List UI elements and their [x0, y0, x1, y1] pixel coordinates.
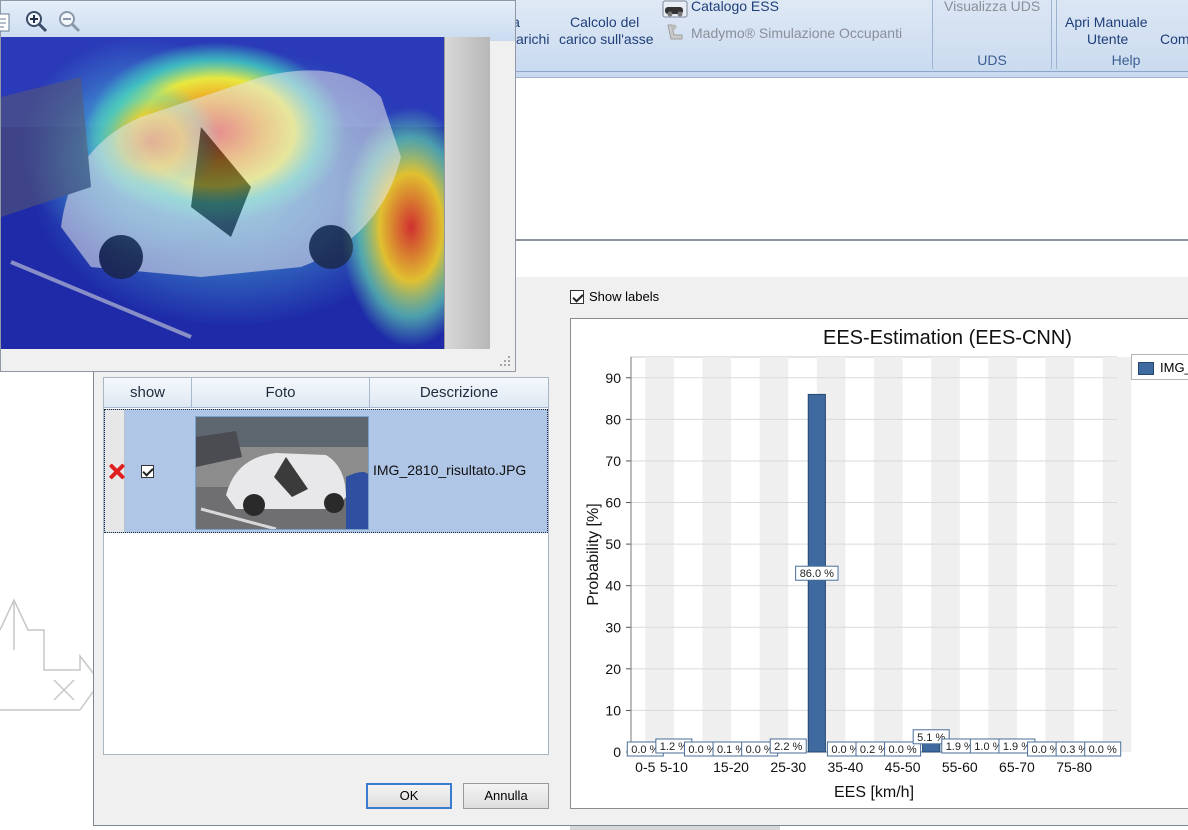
y-axis-label: Probability [%]	[585, 503, 602, 605]
occupant-seat-icon	[667, 24, 683, 40]
plot-band	[702, 357, 732, 752]
ok-button[interactable]: OK	[366, 783, 452, 809]
x-tick-label: 75-80	[1056, 759, 1092, 775]
data-label: 0.1 %	[717, 744, 745, 756]
column-header-foto[interactable]: Foto	[192, 378, 370, 408]
x-tick-label: 0-5	[635, 759, 655, 775]
zoom-in-icon[interactable]	[23, 9, 49, 35]
photo-grid: show Foto Descrizione IMG_2810_risultato…	[103, 377, 549, 755]
plot-band	[874, 357, 903, 752]
data-label: 0.3 %	[1060, 744, 1088, 756]
column-header-show[interactable]: show	[104, 378, 192, 408]
main-canvas	[516, 80, 1188, 240]
axle-load-button-line2[interactable]: carico sull'asse	[559, 31, 654, 48]
uds-group: Visualizza UDS UDS	[932, 0, 1052, 70]
legend-swatch	[1138, 362, 1154, 375]
x-tick-label: 15-20	[713, 759, 749, 775]
column-header-descrizione[interactable]: Descrizione	[370, 378, 548, 408]
y-tick-label: 10	[605, 702, 621, 718]
plot-band	[1102, 357, 1132, 752]
data-label: 1.9 %	[1003, 741, 1031, 753]
y-tick-label: 50	[605, 536, 621, 552]
show-labels-label: Show labels	[589, 289, 660, 304]
uds-group-label: UDS	[977, 52, 1007, 68]
page-icon[interactable]	[0, 9, 17, 35]
data-label: 0.0 %	[631, 744, 659, 756]
x-tick-label: 5-10	[660, 759, 688, 775]
data-label: 0.2 %	[860, 744, 888, 756]
chart-panel: 0 10 20 30 40 50 60 70 80 90 0.0 % 1.2 % 0.0 % 0.1 % 0…	[570, 318, 1188, 809]
y-tick-label: 30	[605, 619, 621, 635]
com-button[interactable]: Com	[1160, 31, 1188, 48]
legend-label: IMG_	[1160, 360, 1188, 375]
grid-header: show Foto Descrizione	[104, 378, 548, 408]
app-root: la carichi Calcolo del carico sull'asse …	[0, 0, 1188, 830]
plot-band	[645, 357, 674, 752]
chart-title: EES-Estimation (EES-CNN)	[823, 327, 1072, 349]
status-strip	[570, 826, 780, 830]
data-label: 0.0 %	[746, 744, 774, 756]
plot-band	[759, 357, 789, 752]
ess-catalog-icon	[662, 0, 688, 18]
heatmap-window	[0, 0, 516, 372]
data-label: 86.0 %	[800, 568, 834, 580]
y-tick-label: 80	[605, 411, 621, 427]
row-description: IMG_2810_risultato.JPG	[373, 462, 527, 478]
crash-photo-thumbnail[interactable]	[195, 416, 369, 530]
data-label: 1.0 %	[974, 741, 1002, 753]
show-labels-toggle[interactable]: Show labels	[570, 289, 659, 304]
data-label: 0.0 %	[688, 744, 716, 756]
show-labels-checkbox[interactable]	[570, 289, 584, 304]
delete-icon[interactable]	[108, 463, 125, 480]
row-header[interactable]	[105, 410, 125, 532]
data-label: 0.0 %	[831, 744, 859, 756]
madymo-button[interactable]: Madymo® Simulazione Occupanti	[691, 25, 902, 42]
data-label: 0.0 %	[889, 744, 917, 756]
cancel-button[interactable]: Annulla	[463, 783, 549, 809]
background-sketch	[0, 598, 100, 711]
resize-grip-icon[interactable]	[499, 355, 511, 367]
data-label: 1.9 %	[946, 741, 974, 753]
heatmap-toolbar	[0, 1, 515, 41]
data-label: 0.0 %	[1089, 744, 1117, 756]
row-show-checkbox[interactable]	[141, 465, 154, 478]
y-tick-label: 70	[605, 453, 621, 469]
plot-band	[1045, 357, 1075, 752]
data-label: 2.2 %	[774, 741, 802, 753]
chart-legend: IMG_	[1131, 354, 1188, 380]
y-tick-label: 60	[605, 495, 621, 511]
heatmap-image[interactable]	[1, 37, 444, 349]
probability-chart: 01020304050607080900.0 % 1.2 % 0.0 % 0.1 % 0…	[585, 356, 1132, 801]
uds-view-button[interactable]: Visualizza UDS	[944, 0, 1040, 15]
y-tick-label: 20	[605, 661, 621, 677]
plot-band	[988, 357, 1017, 752]
manual-button-line1[interactable]: Apri Manuale	[1065, 14, 1148, 31]
y-tick-label: 90	[605, 370, 621, 386]
data-label: 1.2 %	[660, 741, 688, 753]
table-row[interactable]: IMG_2810_risultato.JPG	[104, 409, 548, 533]
ess-catalog-button[interactable]: Catalogo ESS	[691, 0, 779, 15]
plot-band	[931, 357, 960, 752]
data-label: 0.0 %	[1031, 744, 1059, 756]
x-tick-label: 35-40	[828, 759, 864, 775]
heatmap-scroll-area[interactable]	[444, 37, 490, 349]
y-tick-label: 0	[613, 744, 621, 760]
help-group: Apri Manuale Utente Com Help	[1056, 0, 1188, 70]
zoom-out-icon[interactable]	[56, 9, 82, 35]
x-tick-label: 65-70	[999, 759, 1035, 775]
x-axis-label: EES [km/h]	[834, 784, 914, 801]
axle-load-button-line1[interactable]: Calcolo del	[570, 14, 639, 31]
data-label: 5.1 %	[917, 732, 945, 744]
y-tick-label: 40	[605, 578, 621, 594]
x-tick-label: 45-50	[885, 759, 921, 775]
x-tick-label: 25-30	[770, 759, 806, 775]
help-group-label: Help	[1111, 52, 1141, 68]
x-tick-label: 55-60	[942, 759, 978, 775]
manual-button-line2[interactable]: Utente	[1087, 31, 1128, 48]
